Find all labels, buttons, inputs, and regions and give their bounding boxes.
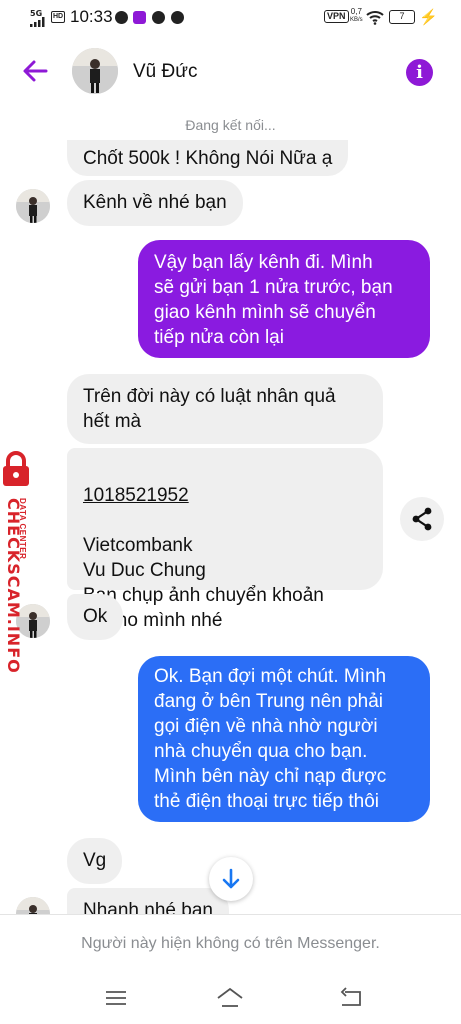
contact-avatar[interactable]: [72, 48, 118, 94]
message-bubble-incoming[interactable]: Kênh về nhé bạn: [67, 180, 243, 226]
message-bubble-outgoing[interactable]: Ok. Bạn đợi một chút. Mình đang ở bên Tr…: [138, 656, 430, 822]
message-bubble-incoming[interactable]: Chốt 500k ! Không Nói Nữa ạ: [67, 140, 349, 176]
chat-header: Vũ Đức i: [0, 36, 461, 106]
charging-icon: ⚡: [419, 9, 438, 26]
messenger-unavailable-notice: Người này hiện không có trên Messenger.: [0, 914, 461, 972]
wifi-icon: [366, 11, 384, 25]
message-bubble-incoming[interactable]: 1018521952 Vietcombank Vu Duc Chung Bạn …: [67, 448, 383, 631]
hd-badge: HD: [51, 11, 65, 23]
contact-avatar-small: [16, 189, 50, 223]
bank-details-text: Vietcombank Vu Duc Chung Bạn chụp ảnh ch…: [83, 535, 324, 631]
contact-name[interactable]: Vũ Đức: [133, 61, 197, 83]
watermark: DATA CENTER CHECKSCAM.INFO: [0, 450, 42, 680]
share-icon[interactable]: [400, 497, 444, 541]
speed-value: 0,7: [350, 7, 362, 16]
network-speed: 0,7 KB/s: [350, 8, 363, 24]
message-bubble-incoming[interactable]: Trên đời này có luật nhân quả hết mà: [67, 374, 383, 444]
system-nav-bar: [0, 972, 461, 1024]
home-icon[interactable]: [215, 984, 245, 1012]
account-number-link[interactable]: 1018521952: [83, 483, 367, 508]
notification-icon: [115, 11, 128, 24]
facebook-notification-icon: [171, 11, 184, 24]
watermark-brand: CHECKSCAM.INFO: [4, 498, 23, 674]
messenger-notification-icon: [152, 11, 165, 24]
speed-unit: KB/s: [350, 17, 363, 23]
message-bubble-incoming[interactable]: Vg: [67, 838, 123, 884]
vpn-badge: VPN: [324, 10, 349, 23]
connection-status: Đang kết nối...: [185, 117, 276, 133]
battery-icon: 7: [389, 10, 415, 24]
status-bar: 5G HD 10:33 VPN 0,7 KB/s 7 ⚡: [0, 0, 461, 36]
message-bubble-outgoing[interactable]: Vậy bạn lấy kênh đi. Mình sẽ gửi bạn 1 n…: [138, 240, 430, 358]
message-bubble-incoming[interactable]: Ok: [67, 594, 124, 640]
back-arrow-icon[interactable]: [18, 54, 52, 88]
signal-icon: [30, 17, 45, 27]
app-notification-icon: [133, 11, 146, 24]
clock: 10:33: [70, 7, 113, 26]
back-icon[interactable]: [336, 984, 366, 1012]
arrow-down-icon[interactable]: [209, 857, 253, 901]
menu-icon[interactable]: [101, 984, 131, 1012]
info-icon[interactable]: i: [406, 59, 433, 86]
